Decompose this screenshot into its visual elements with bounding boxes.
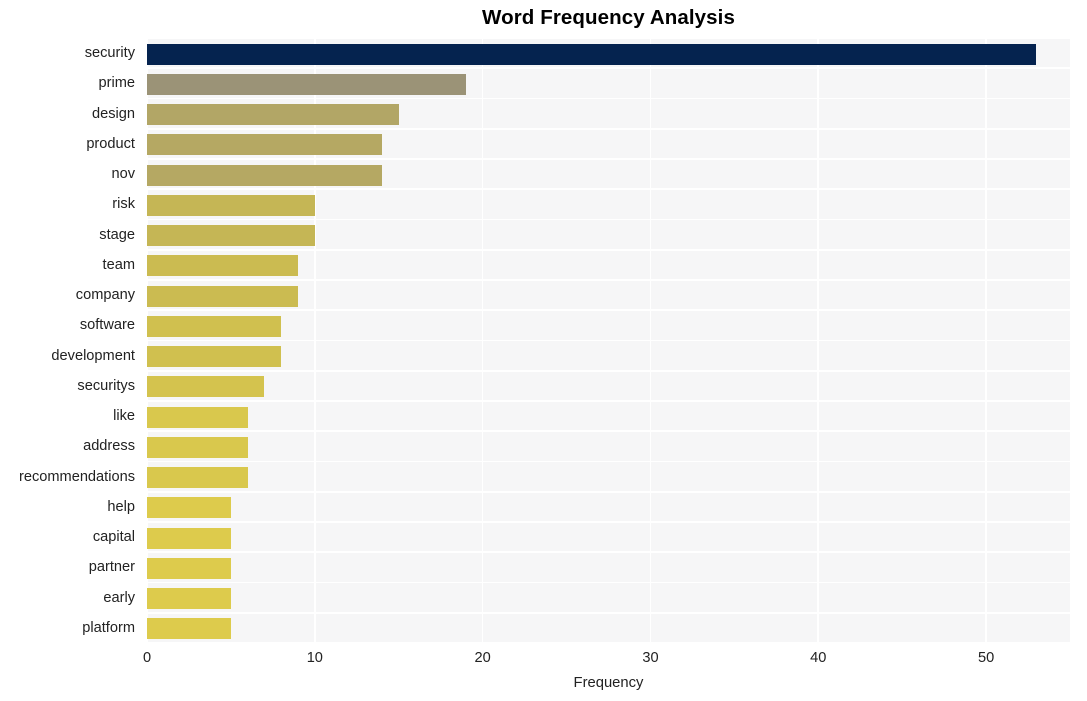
gridline-horizontal — [147, 642, 1070, 643]
gridline-horizontal — [147, 248, 1070, 251]
bar — [147, 134, 382, 156]
chart-figure: Word Frequency Analysis security prime des… — [0, 0, 1087, 701]
gridline-horizontal — [147, 581, 1070, 584]
y-tick-label: address — [83, 438, 135, 455]
gridline-horizontal — [147, 158, 1070, 160]
x-tick-label: 30 — [642, 650, 659, 666]
gridline-horizontal — [147, 551, 1070, 554]
gridline-horizontal — [147, 127, 1070, 130]
bar — [147, 315, 282, 337]
y-tick-label: design — [91, 105, 135, 122]
gridline-horizontal — [147, 400, 1070, 402]
y-tick-label: capital — [92, 529, 135, 546]
gridline-horizontal — [147, 188, 1070, 191]
y-tick-label: prime — [98, 75, 136, 92]
y-tick-label: like — [113, 408, 135, 425]
y-tick-label: risk — [112, 196, 135, 213]
bar — [147, 467, 248, 489]
bar — [147, 376, 265, 398]
bar — [147, 527, 231, 549]
gridline-horizontal — [147, 97, 1070, 100]
gridline-horizontal — [147, 430, 1070, 433]
bar — [147, 73, 466, 95]
bar — [147, 43, 1037, 65]
x-tick-label: 50 — [977, 650, 995, 666]
plot-area — [147, 38, 1070, 643]
gridline-horizontal — [147, 279, 1070, 281]
y-tick-label: platform — [82, 619, 135, 636]
bar — [147, 588, 231, 610]
y-tick-label: software — [79, 317, 135, 334]
bar — [147, 406, 248, 428]
gridline-horizontal — [147, 309, 1070, 312]
gridline-horizontal — [147, 339, 1070, 342]
y-tick-label: recommendations — [19, 468, 135, 485]
x-tick-label: 20 — [474, 650, 491, 666]
bar — [147, 164, 382, 186]
bar — [147, 346, 282, 368]
gridline-horizontal — [147, 490, 1070, 493]
y-tick-label: securitys — [77, 377, 135, 394]
y-tick-label: development — [51, 347, 135, 364]
y-axis-tick-labels: security prime design product nov risk stage te… — [0, 0, 141, 701]
x-tick-label: 10 — [306, 650, 323, 666]
bar — [147, 557, 231, 579]
bar — [147, 225, 315, 247]
chart-title: Word Frequency Analysis — [482, 6, 735, 29]
gridline-horizontal — [147, 460, 1070, 463]
bar — [147, 255, 299, 277]
y-tick-label: early — [103, 589, 135, 606]
x-axis-tick-labels: 0 10 20 30 40 50 — [0, 650, 1087, 674]
x-tick-label: 0 — [142, 650, 152, 666]
gridline-horizontal — [147, 218, 1070, 221]
gridline-horizontal — [147, 521, 1070, 523]
x-tick-label: 40 — [810, 650, 827, 666]
bar — [147, 497, 231, 519]
y-tick-label: stage — [99, 226, 135, 243]
y-tick-label: team — [102, 256, 135, 273]
gridline-horizontal — [147, 67, 1070, 70]
gridline-horizontal — [147, 38, 1070, 39]
bar — [147, 285, 299, 307]
y-tick-label: partner — [88, 559, 135, 576]
bar — [147, 104, 399, 126]
y-tick-label: security — [84, 45, 135, 62]
y-tick-label: help — [107, 498, 135, 515]
y-tick-label: company — [75, 287, 135, 304]
gridline-horizontal — [147, 369, 1070, 372]
y-tick-label: nov — [111, 166, 135, 183]
x-axis-title: Frequency — [573, 675, 644, 691]
bar — [147, 436, 248, 458]
gridline-horizontal — [147, 611, 1070, 614]
y-tick-label: product — [86, 135, 135, 152]
bar — [147, 618, 231, 640]
bar — [147, 194, 315, 216]
